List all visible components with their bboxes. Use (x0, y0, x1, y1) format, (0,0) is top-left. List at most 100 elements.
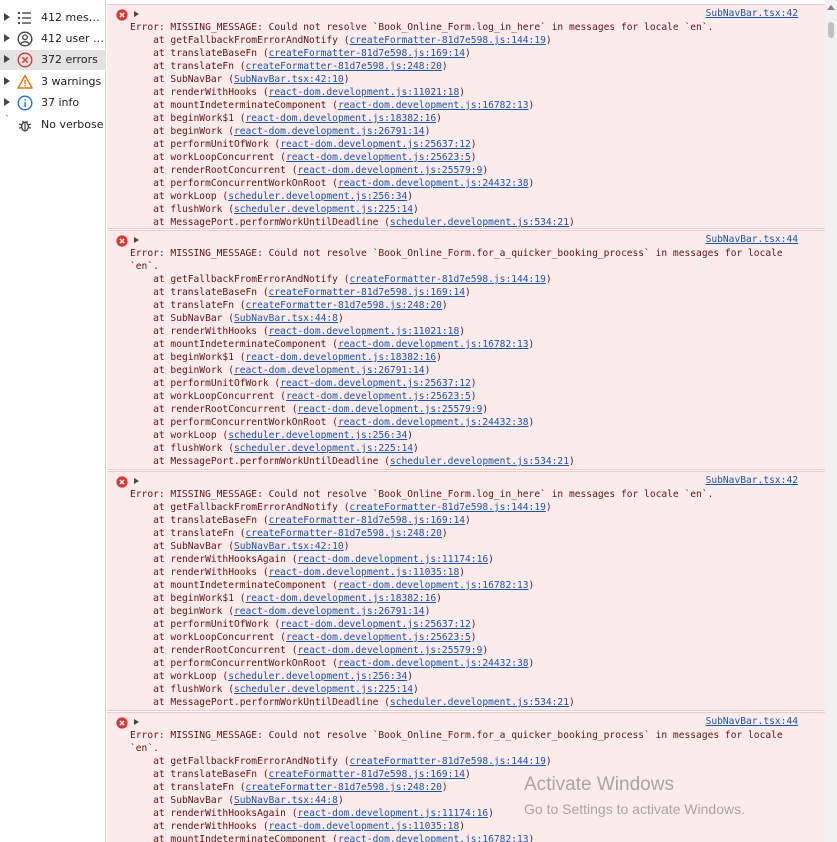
expand-stack-icon[interactable] (134, 237, 139, 243)
stack-frame-link[interactable]: react-dom.development.js:25579:9 (298, 645, 483, 656)
stack-frame-link[interactable]: createFormatter-81d7e598.js:248:20 (246, 300, 442, 311)
expand-stack-icon[interactable] (134, 478, 139, 484)
stack-frame: at performUnitOfWork (react-dom.developm… (130, 378, 477, 389)
stack-frame-link[interactable]: SubNavBar.tsx:44:8 (234, 313, 338, 324)
stack-frame-link[interactable]: createFormatter-81d7e598.js:144:19 (350, 502, 546, 513)
source-link[interactable]: SubNavBar.tsx:42 (706, 8, 798, 19)
stack-frame-link[interactable]: react-dom.development.js:25623:5 (286, 152, 471, 163)
stack-frame-link[interactable]: scheduler.development.js:225:14 (234, 443, 413, 454)
stack-frame-link[interactable]: createFormatter-81d7e598.js:169:14 (269, 769, 465, 780)
stack-frame-link[interactable]: scheduler.development.js:534:21 (390, 217, 569, 228)
sidebar-item-label: 372 errors (41, 53, 98, 66)
stack-frame-link[interactable]: react-dom.development.js:25637:12 (280, 139, 471, 150)
stack-frame-link[interactable]: react-dom.development.js:25623:5 (286, 632, 471, 643)
stack-frame-link[interactable]: createFormatter-81d7e598.js:169:14 (269, 287, 465, 298)
stack-frame-link[interactable]: react-dom.development.js:18382:16 (246, 593, 437, 604)
expand-stack-icon[interactable] (134, 11, 139, 17)
stack-frame-link[interactable]: react-dom.development.js:11174:16 (298, 554, 489, 565)
expand-triangle-icon[interactable] (4, 34, 10, 42)
stack-frame-link[interactable]: scheduler.development.js:256:34 (228, 430, 407, 441)
stack-frame: at getFallbackFromErrorAndNotify (create… (130, 35, 552, 46)
stack-frame-link[interactable]: react-dom.development.js:16782:13 (338, 339, 529, 350)
stack-frame-link[interactable]: react-dom.development.js:18382:16 (246, 113, 437, 124)
expand-triangle-icon[interactable] (4, 13, 10, 21)
stack-frame-link[interactable]: scheduler.development.js:256:34 (228, 191, 407, 202)
stack-frame-link[interactable]: react-dom.development.js:16782:13 (338, 100, 529, 111)
stack-frame-link[interactable]: createFormatter-81d7e598.js:169:14 (269, 515, 465, 526)
stack-frame-link[interactable]: react-dom.development.js:18382:16 (246, 352, 437, 363)
stack-frame-link[interactable]: SubNavBar.tsx:42:10 (234, 541, 344, 552)
console-error-entry[interactable]: SubNavBar.tsx:44 Error: MISSING_MESSAGE:… (107, 230, 825, 470)
stack-frame-link[interactable]: scheduler.development.js:225:14 (234, 204, 413, 215)
stack-trace: Error: MISSING_MESSAGE: Could not resolv… (130, 21, 713, 229)
stack-frame: at performUnitOfWork (react-dom.developm… (130, 619, 477, 630)
stack-frame-link[interactable]: createFormatter-81d7e598.js:248:20 (246, 782, 442, 793)
source-link[interactable]: SubNavBar.tsx:44 (706, 716, 798, 727)
stack-frame-link[interactable]: react-dom.development.js:26791:14 (234, 606, 425, 617)
console-error-entry[interactable]: SubNavBar.tsx:42 Error: MISSING_MESSAGE:… (107, 4, 825, 229)
stack-frame-link[interactable]: react-dom.development.js:25579:9 (298, 404, 483, 415)
sidebar-item-info[interactable]: 37 info (0, 93, 106, 113)
stack-frame: at beginWork (react-dom.development.js:2… (130, 126, 431, 137)
stack-frame-link[interactable]: createFormatter-81d7e598.js:248:20 (246, 61, 442, 72)
stack-frame-link[interactable]: react-dom.development.js:11021:18 (269, 87, 460, 98)
stack-frame-link[interactable]: createFormatter-81d7e598.js:169:14 (269, 48, 465, 59)
vertical-scrollbar[interactable] (825, 0, 837, 842)
stack-frame-link[interactable]: scheduler.development.js:534:21 (390, 697, 569, 708)
stack-frame-link[interactable]: react-dom.development.js:25637:12 (280, 619, 471, 630)
stack-frame-link[interactable]: react-dom.development.js:11035:18 (269, 567, 460, 578)
stack-frame: at mountIndeterminateComponent (react-do… (130, 580, 535, 591)
sidebar-item-errors[interactable]: 372 errors (0, 50, 106, 70)
stack-frame: at renderWithHooksAgain (react-dom.devel… (130, 808, 494, 819)
stack-frame-link[interactable]: react-dom.development.js:25637:12 (280, 378, 471, 389)
expand-stack-icon[interactable] (134, 719, 139, 725)
stack-frame-link[interactable]: react-dom.development.js:25579:9 (298, 165, 483, 176)
console-error-entry[interactable]: SubNavBar.tsx:42 Error: MISSING_MESSAGE:… (107, 471, 825, 711)
stack-frame-link[interactable]: react-dom.development.js:11174:16 (298, 808, 489, 819)
stack-frame-link[interactable]: react-dom.development.js:16782:13 (338, 834, 529, 842)
source-link[interactable]: SubNavBar.tsx:42 (706, 475, 798, 486)
stack-frame: at workLoop (scheduler.development.js:25… (130, 191, 414, 202)
stack-frame-link[interactable]: createFormatter-81d7e598.js:248:20 (246, 528, 442, 539)
stack-frame: at beginWork$1 (react-dom.development.js… (130, 593, 442, 604)
sidebar-item-verbose[interactable]: ` No verbose (0, 115, 106, 135)
stack-frame-link[interactable]: react-dom.development.js:26791:14 (234, 365, 425, 376)
expand-triangle-icon[interactable] (4, 98, 10, 106)
console-error-entry[interactable]: SubNavBar.tsx:44 Error: MISSING_MESSAGE:… (107, 712, 825, 842)
stack-frame-link[interactable]: scheduler.development.js:225:14 (234, 684, 413, 695)
stack-frame: at SubNavBar (SubNavBar.tsx:44:8) (130, 795, 344, 806)
expand-triangle-icon[interactable] (4, 55, 10, 63)
sidebar-item-label: 37 info (41, 96, 80, 109)
stack-frame: at workLoopConcurrent (react-dom.develop… (130, 152, 477, 163)
stack-frame-link[interactable]: react-dom.development.js:24432:38 (338, 178, 529, 189)
stack-frame: at translateBaseFn (createFormatter-81d7… (130, 287, 471, 298)
stack-frame-link[interactable]: scheduler.development.js:534:21 (390, 456, 569, 467)
stack-frame-link[interactable]: react-dom.development.js:24432:38 (338, 658, 529, 669)
stack-frame-link[interactable]: createFormatter-81d7e598.js:144:19 (350, 756, 546, 767)
error-message: Error: MISSING_MESSAGE: Could not resolv… (130, 22, 714, 33)
stack-frame-link[interactable]: react-dom.development.js:25623:5 (286, 391, 471, 402)
stack-frame-link[interactable]: react-dom.development.js:16782:13 (338, 580, 529, 591)
stack-frame-link[interactable]: SubNavBar.tsx:44:8 (234, 795, 338, 806)
stack-frame-link[interactable]: createFormatter-81d7e598.js:144:19 (350, 35, 546, 46)
error-icon (116, 476, 128, 488)
sidebar-item-user-messages[interactable]: 412 user m... (0, 29, 106, 49)
scrollbar-thumb[interactable] (828, 22, 834, 38)
stack-frame-link[interactable]: SubNavBar.tsx:42:10 (234, 74, 344, 85)
sidebar-item-messages[interactable]: 412 messa... (0, 8, 106, 28)
expand-triangle-icon[interactable] (4, 77, 10, 85)
stack-frame: at mountIndeterminateComponent (react-do… (130, 100, 535, 111)
stack-trace: Error: MISSING_MESSAGE: Could not resolv… (130, 247, 783, 468)
source-link[interactable]: SubNavBar.tsx:44 (706, 234, 798, 245)
stack-frame-link[interactable]: react-dom.development.js:11035:18 (269, 821, 460, 832)
scroll-up-arrow-icon[interactable] (827, 5, 835, 10)
stack-frame: at flushWork (scheduler.development.js:2… (130, 204, 419, 215)
stack-frame-link[interactable]: createFormatter-81d7e598.js:144:19 (350, 274, 546, 285)
sidebar-item-warnings[interactable]: 3 warnings (0, 72, 106, 92)
stack-frame-link[interactable]: react-dom.development.js:26791:14 (234, 126, 425, 137)
stack-frame-link[interactable]: react-dom.development.js:24432:38 (338, 417, 529, 428)
stack-frame: at performUnitOfWork (react-dom.developm… (130, 139, 477, 150)
stack-frame-link[interactable]: scheduler.development.js:256:34 (228, 671, 407, 682)
stack-frame-link[interactable]: react-dom.development.js:11021:18 (269, 326, 460, 337)
console-sidebar: 412 messa... 412 user m... 372 errors 3 … (0, 0, 106, 842)
